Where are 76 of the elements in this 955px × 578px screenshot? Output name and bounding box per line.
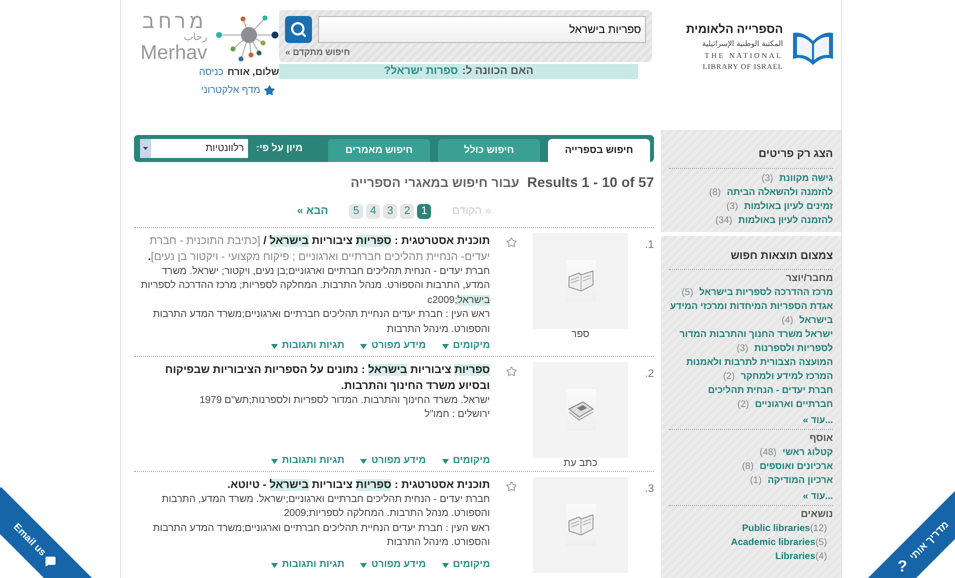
- facet-group-heading: מחבר/יוצר: [784, 272, 833, 286]
- more-link[interactable]: ...עוד »: [669, 488, 833, 505]
- star-icon: [264, 85, 276, 96]
- library-name-hebrew: הספרייה הלאומית: [686, 22, 783, 37]
- sort-dropdown[interactable]: רלוונטיות: [140, 139, 248, 158]
- suggestion-link[interactable]: ספרות ישראל?: [384, 63, 458, 80]
- result-detail: חברת יעדים - הנחית תהליכים חברתיים וארגוניים;ישראל. משרד המדע, התרבות והספורט. מנהל התרבות. המחלקה לספריות;2009: [160, 492, 490, 521]
- caret-icon: [360, 458, 368, 464]
- facet-link[interactable]: Libraries(4): [669, 550, 833, 564]
- result-number: 2.: [644, 366, 654, 382]
- page-number-link[interactable]: 3: [383, 204, 398, 219]
- sidebar-heading: הצג רק פריטים: [669, 146, 833, 168]
- result-action-link[interactable]: מידע מפורט: [360, 558, 426, 572]
- sidebar-heading: צמצום תוצאות חפוש: [669, 248, 833, 270]
- result-title[interactable]: תוכנית אסטרטגית : ספריות ציבוריות בישראל / [כתיבת התוכנית - חברת יעדים- הנחיית תהליכים חברתיים וארגוניים ; פיקוח מקצועי - ויקטור בן נעים].: [134, 232, 490, 264]
- result-action-link[interactable]: מיקומים: [442, 454, 490, 468]
- page-number-link[interactable]: 2: [400, 204, 414, 219]
- result-detail: ראש העין : חברת יעדים הנחיית תהליכים חברתיים וארגוניים;משרד המדע התרבות והספורט. מינהל התרבות: [152, 308, 490, 336]
- facet-link[interactable]: Public libraries(12): [669, 522, 833, 536]
- search-icon: [290, 21, 308, 38]
- newspaper-icon: [566, 398, 594, 420]
- result-action-link[interactable]: מידע מפורט: [360, 339, 426, 354]
- search-tab[interactable]: חיפוש מאמרים: [328, 139, 430, 162]
- caret-icon: [270, 562, 278, 568]
- open-book-icon: [566, 268, 594, 292]
- network-logo-icon: [215, 12, 280, 62]
- caret-icon: [270, 458, 278, 464]
- suggestion-prefix: האם הכוונה ל:: [462, 64, 534, 80]
- search-button[interactable]: [285, 16, 312, 43]
- result-detail: ירושלים : חמו"ל: [423, 408, 490, 422]
- result-action-link[interactable]: תגיות ותגובות: [270, 454, 344, 468]
- facet-group-heading: אוסף: [808, 432, 833, 446]
- caret-icon: [360, 344, 368, 349]
- results-scope: עבור חיפוש במאגרי הספרייה: [350, 174, 520, 192]
- caret-icon: [442, 562, 449, 568]
- result-action-link[interactable]: תגיות ותגובות: [270, 339, 344, 354]
- login-link[interactable]: כניסה: [199, 65, 224, 80]
- caret-icon: [442, 458, 449, 464]
- result-detail: ראש העין : חברת יעדים הנחיית תהליכים חברתיים וארגוניים;משרד המדע התרבות והספורט. מינהל התרבות: [152, 522, 490, 550]
- sort-label: מיון על פי:: [256, 142, 303, 156]
- material-type: ספר: [572, 328, 590, 340]
- result-number: 3.: [644, 482, 654, 496]
- open-book-icon: [566, 512, 594, 536]
- result-action-link[interactable]: מיקומים: [442, 339, 490, 354]
- chat-bubble-icon: [45, 555, 56, 566]
- next-page-link[interactable]: הבא »: [297, 203, 328, 220]
- material-type: כתב עת: [564, 458, 598, 470]
- advanced-search-link[interactable]: חיפוש מתקדם »: [285, 46, 350, 60]
- caret-icon: [442, 344, 449, 349]
- page-number-link[interactable]: 4: [366, 204, 380, 219]
- result-action-link[interactable]: מידע מפורט: [360, 454, 426, 468]
- page-number-link[interactable]: 1: [417, 204, 432, 219]
- result-action-link[interactable]: תגיות ותגובות: [270, 558, 344, 572]
- page-number-link[interactable]: 5: [349, 204, 364, 219]
- star-icon[interactable]: [506, 236, 517, 248]
- e-shelf-link[interactable]: מדף אלקטרוני: [201, 83, 276, 98]
- star-icon[interactable]: [506, 480, 517, 492]
- result-title[interactable]: ספריות ציבוריות בישראל : נתונים על הספריות הציבוריות שבפיקוח ובסיוע משרד החינוך והתרבות.: [134, 362, 490, 394]
- result-action-link[interactable]: מיקומים: [442, 558, 490, 572]
- partner-logo-arabic: رحاب: [184, 32, 208, 43]
- search-tab[interactable]: חיפוש בספרייה: [548, 139, 650, 162]
- facet-group-heading: נושאים: [800, 508, 833, 522]
- facet-link[interactable]: Academic libraries(5): [669, 536, 833, 550]
- search-tab[interactable]: חיפוש כולל: [438, 139, 540, 162]
- result-number: 1.: [644, 238, 654, 252]
- results-count: Results 1 - 10 of 57: [527, 173, 654, 192]
- result-detail: ישראל. משרד החינוך והתרבות. המדור לספריות ולספרנות;תש"ם 1979: [198, 394, 490, 408]
- more-link[interactable]: ...עוד »: [669, 412, 833, 429]
- search-field[interactable]: ספריות בישראל: [318, 16, 646, 43]
- caret-icon: [360, 562, 368, 568]
- partner-logo-hebrew: מרחב: [142, 12, 208, 32]
- star-icon[interactable]: [506, 366, 517, 376]
- greeting-text: שלום, אורח: [227, 66, 280, 80]
- partner-logo-latin: Merhav: [140, 43, 208, 63]
- caret-icon: [270, 344, 278, 349]
- result-title[interactable]: תוכנית אסטרטגית : ספריות ציבוריות בישראל - טיוטא.: [134, 476, 490, 492]
